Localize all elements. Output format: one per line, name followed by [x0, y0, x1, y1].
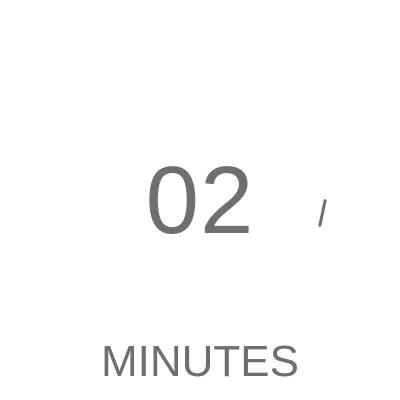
timer-widget: 02 MINUTES	[0, 0, 400, 400]
minutes-value[interactable]: 02	[0, 146, 400, 256]
minutes-unit-label: MINUTES	[101, 337, 299, 386]
